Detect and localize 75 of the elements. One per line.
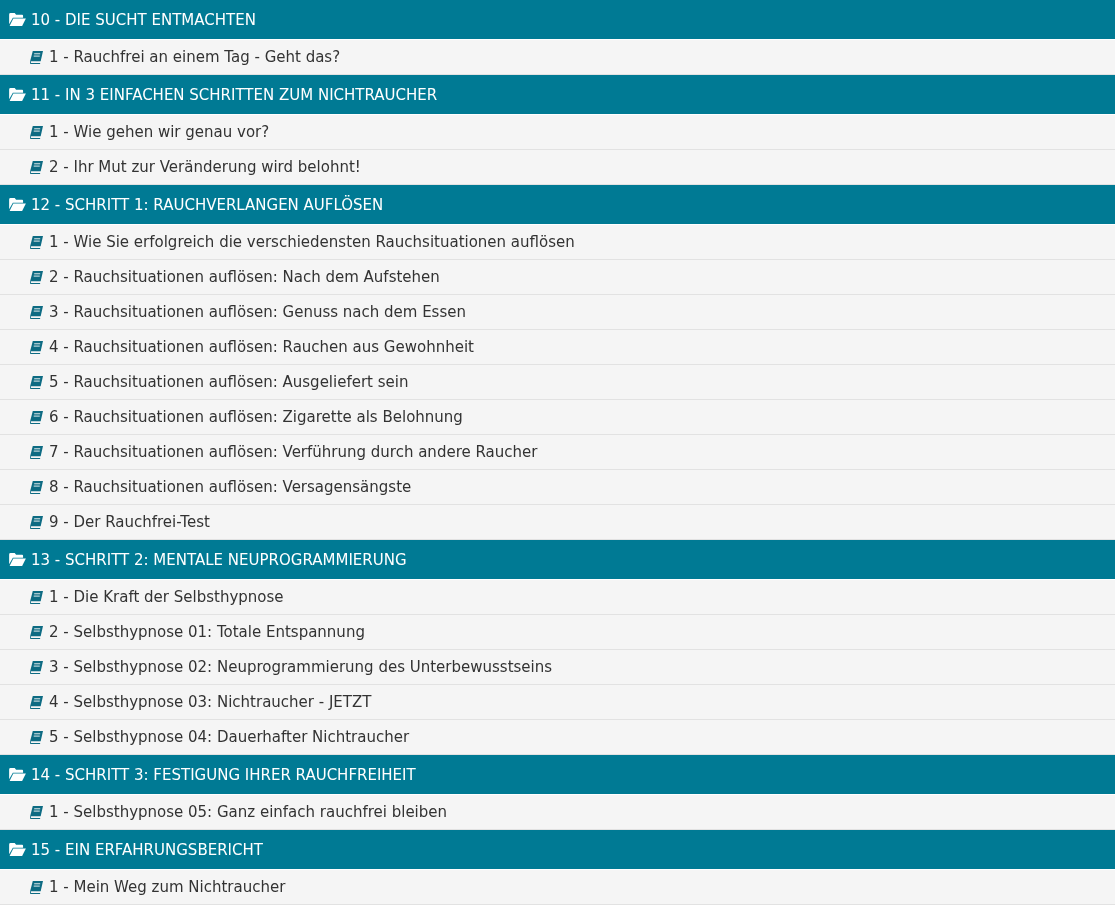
lesson-item[interactable]: 5 - Rauchsituationen auflösen: Ausgeliefert sein bbox=[0, 365, 1115, 400]
lesson-item[interactable]: 4 - Selbsthypnose 03: Nichtraucher - JETZT bbox=[0, 685, 1115, 720]
lesson-title: 5 - Selbsthypnose 04: Dauerhafter Nichtraucher bbox=[49, 728, 410, 746]
section-title: 12 - SCHRITT 1: RAUCHVERLANGEN AUFLÖSEN bbox=[31, 195, 384, 214]
book-icon bbox=[30, 410, 43, 424]
section-title: 10 - DIE SUCHT ENTMACHTEN bbox=[31, 10, 256, 29]
section-header[interactable]: 12 - SCHRITT 1: RAUCHVERLANGEN AUFLÖSEN bbox=[0, 185, 1115, 225]
lesson-title: 1 - Selbsthypnose 05: Ganz einfach rauchfrei bleiben bbox=[49, 803, 448, 821]
lesson-item[interactable]: 1 - Rauchfrei an einem Tag - Geht das? bbox=[0, 40, 1115, 75]
lesson-title: 3 - Selbsthypnose 02: Neuprogrammierung des Unterbewusstseins bbox=[49, 658, 553, 676]
book-icon bbox=[30, 730, 43, 744]
lesson-title: 9 - Der Rauchfrei-Test bbox=[49, 513, 210, 531]
lesson-title: 2 - Ihr Mut zur Veränderung wird belohnt! bbox=[49, 158, 361, 176]
book-icon bbox=[30, 625, 43, 639]
section-header[interactable]: 11 - IN 3 EINFACHEN SCHRITTEN ZUM NICHTRAUCHER bbox=[0, 75, 1115, 115]
lesson-item[interactable]: 2 - Rauchsituationen auflösen: Nach dem Aufstehen bbox=[0, 260, 1115, 295]
lesson-item[interactable]: 8 - Rauchsituationen auflösen: Versagensängste bbox=[0, 470, 1115, 505]
book-icon bbox=[30, 305, 43, 319]
book-icon bbox=[30, 160, 43, 174]
section-header[interactable]: 15 - EIN ERFAHRUNGSBERICHT bbox=[0, 830, 1115, 870]
book-icon bbox=[30, 235, 43, 249]
section-title: 14 - SCHRITT 3: FESTIGUNG IHRER RAUCHFREIHEIT bbox=[31, 765, 416, 784]
lesson-item[interactable]: 1 - Die Kraft der Selbsthypnose bbox=[0, 580, 1115, 615]
lesson-title: 7 - Rauchsituationen auflösen: Verführung durch andere Raucher bbox=[49, 443, 538, 461]
book-icon bbox=[30, 880, 43, 894]
lesson-title: 8 - Rauchsituationen auflösen: Versagensängste bbox=[49, 478, 412, 496]
book-icon bbox=[30, 270, 43, 284]
folder-icon bbox=[9, 198, 26, 211]
folder-icon bbox=[9, 843, 26, 856]
section-header[interactable]: 14 - SCHRITT 3: FESTIGUNG IHRER RAUCHFREIHEIT bbox=[0, 755, 1115, 795]
lesson-item[interactable]: 4 - Rauchsituationen auflösen: Rauchen aus Gewohnheit bbox=[0, 330, 1115, 365]
lesson-title: 1 - Rauchfrei an einem Tag - Geht das? bbox=[49, 48, 341, 66]
lesson-item[interactable]: 1 - Selbsthypnose 05: Ganz einfach rauchfrei bleiben bbox=[0, 795, 1115, 830]
section-title: 15 - EIN ERFAHRUNGSBERICHT bbox=[31, 840, 263, 859]
lesson-item[interactable]: 1 - Wie gehen wir genau vor? bbox=[0, 115, 1115, 150]
book-icon bbox=[30, 805, 43, 819]
folder-icon bbox=[9, 768, 26, 781]
lesson-title: 5 - Rauchsituationen auflösen: Ausgeliefert sein bbox=[49, 373, 409, 391]
lesson-item[interactable]: 2 - Selbsthypnose 01: Totale Entspannung bbox=[0, 615, 1115, 650]
lesson-title: 1 - Wie Sie erfolgreich die verschiedensten Rauchsituationen auflösen bbox=[49, 233, 575, 251]
lesson-item[interactable]: 3 - Selbsthypnose 02: Neuprogrammierung des Unterbewusstseins bbox=[0, 650, 1115, 685]
lesson-item[interactable]: 2 - Ihr Mut zur Veränderung wird belohnt! bbox=[0, 150, 1115, 185]
section-header[interactable]: 13 - SCHRITT 2: MENTALE NEUPROGRAMMIERUNG bbox=[0, 540, 1115, 580]
book-icon bbox=[30, 340, 43, 354]
folder-icon bbox=[9, 88, 26, 101]
section-header[interactable]: 10 - DIE SUCHT ENTMACHTEN bbox=[0, 0, 1115, 40]
book-icon bbox=[30, 695, 43, 709]
lesson-title: 2 - Selbsthypnose 01: Totale Entspannung bbox=[49, 623, 365, 641]
lesson-title: 3 - Rauchsituationen auflösen: Genuss nach dem Essen bbox=[49, 303, 466, 321]
lesson-item[interactable]: 3 - Rauchsituationen auflösen: Genuss nach dem Essen bbox=[0, 295, 1115, 330]
book-icon bbox=[30, 660, 43, 674]
book-icon bbox=[30, 445, 43, 459]
lesson-title: 4 - Rauchsituationen auflösen: Rauchen aus Gewohnheit bbox=[49, 338, 474, 356]
lesson-item[interactable]: 1 - Mein Weg zum Nichtraucher bbox=[0, 870, 1115, 905]
lesson-item[interactable]: 5 - Selbsthypnose 04: Dauerhafter Nichtraucher bbox=[0, 720, 1115, 755]
book-icon bbox=[30, 50, 43, 64]
book-icon bbox=[30, 515, 43, 529]
lesson-title: 2 - Rauchsituationen auflösen: Nach dem Aufstehen bbox=[49, 268, 440, 286]
lesson-title: 1 - Wie gehen wir genau vor? bbox=[49, 123, 270, 141]
lesson-title: 4 - Selbsthypnose 03: Nichtraucher - JETZT bbox=[49, 693, 372, 711]
book-icon bbox=[30, 590, 43, 604]
book-icon bbox=[30, 125, 43, 139]
lesson-item[interactable]: 7 - Rauchsituationen auflösen: Verführung durch andere Raucher bbox=[0, 435, 1115, 470]
section-title: 11 - IN 3 EINFACHEN SCHRITTEN ZUM NICHTRAUCHER bbox=[31, 85, 438, 104]
lesson-item[interactable]: 1 - Wie Sie erfolgreich die verschiedensten Rauchsituationen auflösen bbox=[0, 225, 1115, 260]
lesson-title: 1 - Mein Weg zum Nichtraucher bbox=[49, 878, 286, 896]
folder-icon bbox=[9, 553, 26, 566]
lesson-title: 6 - Rauchsituationen auflösen: Zigarette als Belohnung bbox=[49, 408, 463, 426]
lesson-item[interactable]: 6 - Rauchsituationen auflösen: Zigarette als Belohnung bbox=[0, 400, 1115, 435]
folder-icon bbox=[9, 13, 26, 26]
section-title: 13 - SCHRITT 2: MENTALE NEUPROGRAMMIERUNG bbox=[31, 550, 407, 569]
book-icon bbox=[30, 375, 43, 389]
lesson-title: 1 - Die Kraft der Selbsthypnose bbox=[49, 588, 284, 606]
book-icon bbox=[30, 480, 43, 494]
lesson-item[interactable]: 9 - Der Rauchfrei-Test bbox=[0, 505, 1115, 540]
